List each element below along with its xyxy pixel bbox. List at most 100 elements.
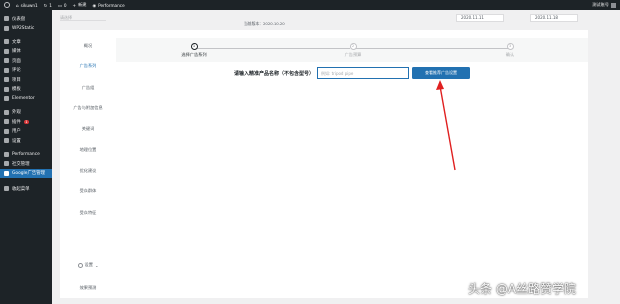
admin-menu-item[interactable]: Performance <box>0 150 52 160</box>
plugin-icon <box>4 119 9 125</box>
step-number: 1 <box>190 43 198 50</box>
admin-menu-item[interactable]: Google广告管理 <box>0 168 52 178</box>
admin-menu-item[interactable]: 媒体 <box>0 47 52 57</box>
step-progress: 1 选择广告系列 2 广告预算 3 确认 <box>116 38 588 62</box>
admin-menu-label: 页面 <box>12 58 21 64</box>
subnav-item-demographics[interactable]: 受众特征 <box>60 210 116 216</box>
view-recommended-settings-button[interactable]: 查看推荐广告设置 <box>412 67 470 79</box>
main-panel: 1 选择广告系列 2 广告预算 3 确认 请输入精准产品名称（不包含型号） 查看… <box>116 30 588 298</box>
admin-menu-item[interactable]: 仪表盘 <box>0 14 52 24</box>
admin-menu-item[interactable]: 外观 <box>0 108 52 118</box>
comments-link[interactable]: ▭ 0 <box>58 3 67 8</box>
watermark-text: 头条 @A丝路赞学院 <box>468 282 577 296</box>
admin-menu-label: 用户 <box>12 129 21 135</box>
collapse-icon <box>4 186 9 192</box>
product-name-input[interactable] <box>317 67 409 79</box>
media-icon <box>4 48 9 54</box>
admin-menu-label: 外观 <box>12 110 21 116</box>
admin-menu-label: Google广告管理 <box>12 171 46 177</box>
admin-menu-item[interactable]: 模板 <box>0 85 52 95</box>
step-3: 3 确认 <box>480 43 540 58</box>
settings-icon <box>4 138 9 144</box>
admin-menu-item[interactable]: 插件 1 <box>0 117 52 127</box>
account-select[interactable]: 请选择 <box>60 14 106 21</box>
step-number: 3 <box>506 43 514 50</box>
step-1: 1 选择广告系列 <box>164 43 224 58</box>
subnav-item-ad-groups[interactable]: 广告组 <box>60 85 116 91</box>
social-icon <box>4 161 9 167</box>
template-icon <box>4 86 9 92</box>
user-icon <box>4 128 9 134</box>
wp-logo-menu[interactable] <box>4 2 10 8</box>
updates-link[interactable]: ↻ 1 <box>44 3 52 8</box>
admin-menu-item[interactable]: Elementor <box>0 94 52 104</box>
subnav-item-keywords[interactable]: 关键词 <box>60 126 116 132</box>
brush-icon <box>4 109 9 115</box>
admin-menu-label: 项目 <box>12 77 21 83</box>
pin-icon <box>4 39 9 45</box>
subnav-item-overview[interactable]: 概况 <box>60 43 116 49</box>
product-name-label: 请输入精准产品名称（不包含型号） <box>233 70 314 77</box>
avatar <box>611 2 616 8</box>
portfolio-icon <box>4 77 9 83</box>
subnav-item-forecast[interactable]: 效果预测 <box>60 285 116 291</box>
subnav-item-campaigns[interactable]: 广告系列 <box>60 63 116 69</box>
account-menu[interactable]: 测试账号 <box>592 2 616 8</box>
product-search-form: 请输入精准产品名称（不包含型号） 查看推荐广告设置 <box>116 66 588 80</box>
admin-menu-item[interactable]: WP2Static <box>0 24 52 34</box>
plus-icon: + <box>72 2 77 8</box>
start-date-input[interactable]: 2020.11.11 <box>456 14 504 22</box>
gear-icon <box>77 262 83 268</box>
admin-menu-label: 设置 <box>12 138 21 144</box>
site-name-link[interactable]: ⌂ sikuwn1 <box>16 3 38 8</box>
admin-menu-label: 文章 <box>12 39 21 45</box>
admin-menu-label: Performance <box>12 151 40 157</box>
elementor-icon <box>4 96 9 102</box>
version-text: 当前版本：2020.10.20 <box>244 21 285 26</box>
chevron-down-icon: ⌄ <box>94 262 99 268</box>
new-content-link[interactable]: + 新建 <box>73 2 87 8</box>
admin-menu-item[interactable]: 用户 <box>0 127 52 137</box>
admin-menu-item[interactable]: 评论 <box>0 66 52 76</box>
admin-menu-list: 仪表盘 WP2Static 文章 媒体 页面 评论 项目 模板 Elementor 外观 插件 1 用户… <box>0 14 52 178</box>
admin-menu-label: 社交管理 <box>12 161 30 167</box>
plugin-icon <box>4 25 9 31</box>
subnav-item-recommendations[interactable]: 优化建议 <box>60 168 116 174</box>
admin-menu-item[interactable]: 文章 <box>0 37 52 47</box>
step-label: 广告预算 <box>344 52 362 57</box>
performance-link[interactable]: ◉ Performance <box>92 3 124 8</box>
admin-menu-item[interactable]: 页面 <box>0 56 52 66</box>
end-date-input[interactable]: 2020.11.18 <box>530 14 578 22</box>
admin-menu-label: 媒体 <box>12 49 21 55</box>
admin-menu-label: 评论 <box>12 68 21 74</box>
step-number: 2 <box>349 43 357 50</box>
plugin-sub-nav: 概况 广告系列 广告组 广告与附加信息 关键词 地理位置 优化建议 受众群体 受… <box>60 30 116 298</box>
google-icon <box>4 170 9 176</box>
step-label: 选择广告系列 <box>181 52 207 57</box>
dashboard-icon <box>4 16 9 22</box>
step-label: 确认 <box>505 52 515 57</box>
admin-menu-item[interactable]: 设置 <box>0 136 52 146</box>
subnav-item-audiences[interactable]: 受众群体 <box>60 188 116 194</box>
admin-menu-label: 模板 <box>12 87 21 93</box>
collapse-menu-button[interactable]: 收起菜单 <box>0 184 52 194</box>
subnav-settings[interactable]: 设置 ⌄ <box>60 262 116 268</box>
admin-menu-label: Elementor <box>12 96 35 102</box>
step-2: 2 广告预算 <box>323 43 383 58</box>
wordpress-icon <box>4 2 10 8</box>
comment-icon: ▭ <box>57 2 62 8</box>
update-count-badge: 1 <box>23 119 30 124</box>
admin-menu-item[interactable]: 社交管理 <box>0 159 52 169</box>
admin-menu-item[interactable]: 项目 <box>0 75 52 85</box>
filter-bar: 请选择 当前版本：2020.10.20 2020.11.11 ~ 2020.11… <box>52 10 620 28</box>
subnav-item-locations[interactable]: 地理位置 <box>60 147 116 153</box>
admin-menu-label: WP2Static <box>12 25 35 31</box>
admin-menu-label: 插件 <box>12 119 21 125</box>
refresh-icon: ↻ <box>43 2 48 8</box>
page-icon <box>4 58 9 64</box>
admin-bar: ⌂ sikuwn1 ↻ 1 ▭ 0 + 新建 ◉ Performance 测试账号 <box>0 0 620 10</box>
admin-side-menu: 仪表盘 WP2Static 文章 媒体 页面 评论 项目 模板 Elementor 外观 插件 1 用户… <box>0 10 52 304</box>
comment-icon <box>4 67 9 73</box>
home-icon: ⌂ <box>16 2 19 8</box>
subnav-item-ads-extensions[interactable]: 广告与附加信息 <box>60 105 116 111</box>
